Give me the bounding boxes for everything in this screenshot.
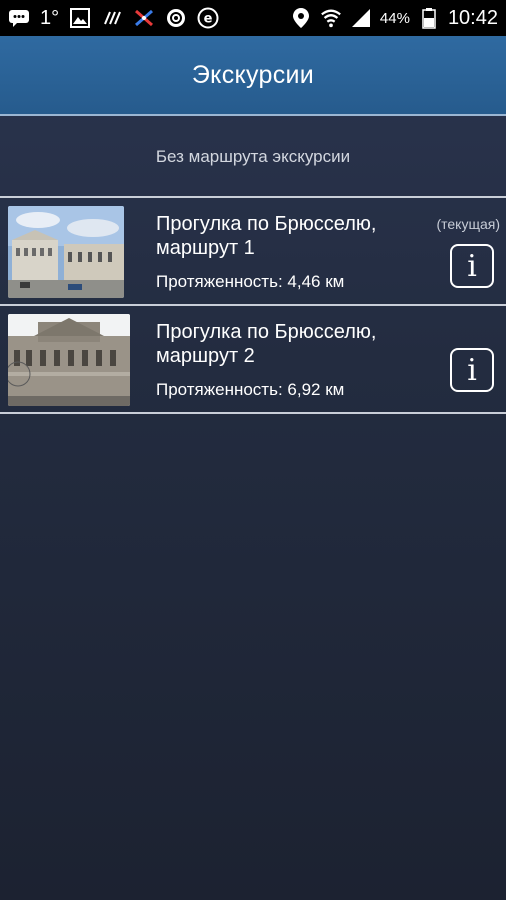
info-button[interactable]: i (450, 244, 494, 288)
e-app-icon: e (197, 7, 219, 29)
current-route-badge: (текущая) (436, 216, 500, 232)
sync-icon (165, 7, 187, 29)
clock-text: 10:42 (447, 6, 498, 29)
info-button[interactable]: i (450, 348, 494, 392)
route-title: Прогулка по Брюсселю, маршрут 1 (156, 212, 426, 260)
status-bar: 1° e 44% 10:42 (0, 0, 506, 36)
page-title: Экскурсии (191, 60, 315, 89)
route-title: Прогулка по Брюсселю, маршрут 2 (156, 320, 426, 368)
gallery-icon (69, 7, 91, 29)
svg-text:e: e (204, 12, 213, 27)
route-title-line2: маршрут 1 (156, 237, 255, 259)
sports-app-icon (133, 7, 155, 29)
route-length: Протяженность: 6,92 км (156, 380, 345, 399)
info-icon: i (467, 248, 477, 284)
route-length: Протяженность: 4,46 км (156, 272, 345, 291)
status-bar-right: 44% 10:42 (290, 7, 498, 30)
location-icon (290, 7, 312, 29)
wifi-icon (320, 7, 342, 29)
battery-icon (418, 7, 440, 29)
route-title-line1: Прогулка по Брюсселю, (156, 321, 377, 343)
network-activity-icon (101, 7, 123, 29)
no-route-option[interactable]: Без маршрута экскурсии (0, 118, 506, 198)
route-list-item[interactable]: Прогулка по Брюсселю, маршрут 2 Протяжен… (0, 308, 506, 414)
route-title-line2: маршрут 2 (156, 345, 255, 367)
chat-icon (8, 7, 30, 29)
battery-percent-text: 44% (379, 9, 410, 27)
info-icon: i (467, 352, 477, 388)
route-thumbnail (8, 314, 130, 406)
route-title-line1: Прогулка по Брюсселю, (156, 213, 377, 235)
route-thumbnail (8, 206, 124, 298)
no-route-label: Без маршрута экскурсии (155, 147, 351, 166)
cellular-signal-icon (350, 7, 372, 29)
route-list-item[interactable]: Прогулка по Брюсселю, маршрут 1 Протяжен… (0, 200, 506, 306)
temperature-text: 1° (40, 6, 60, 29)
app-bar: Экскурсии (0, 36, 506, 116)
status-bar-left: 1° e (8, 7, 219, 30)
